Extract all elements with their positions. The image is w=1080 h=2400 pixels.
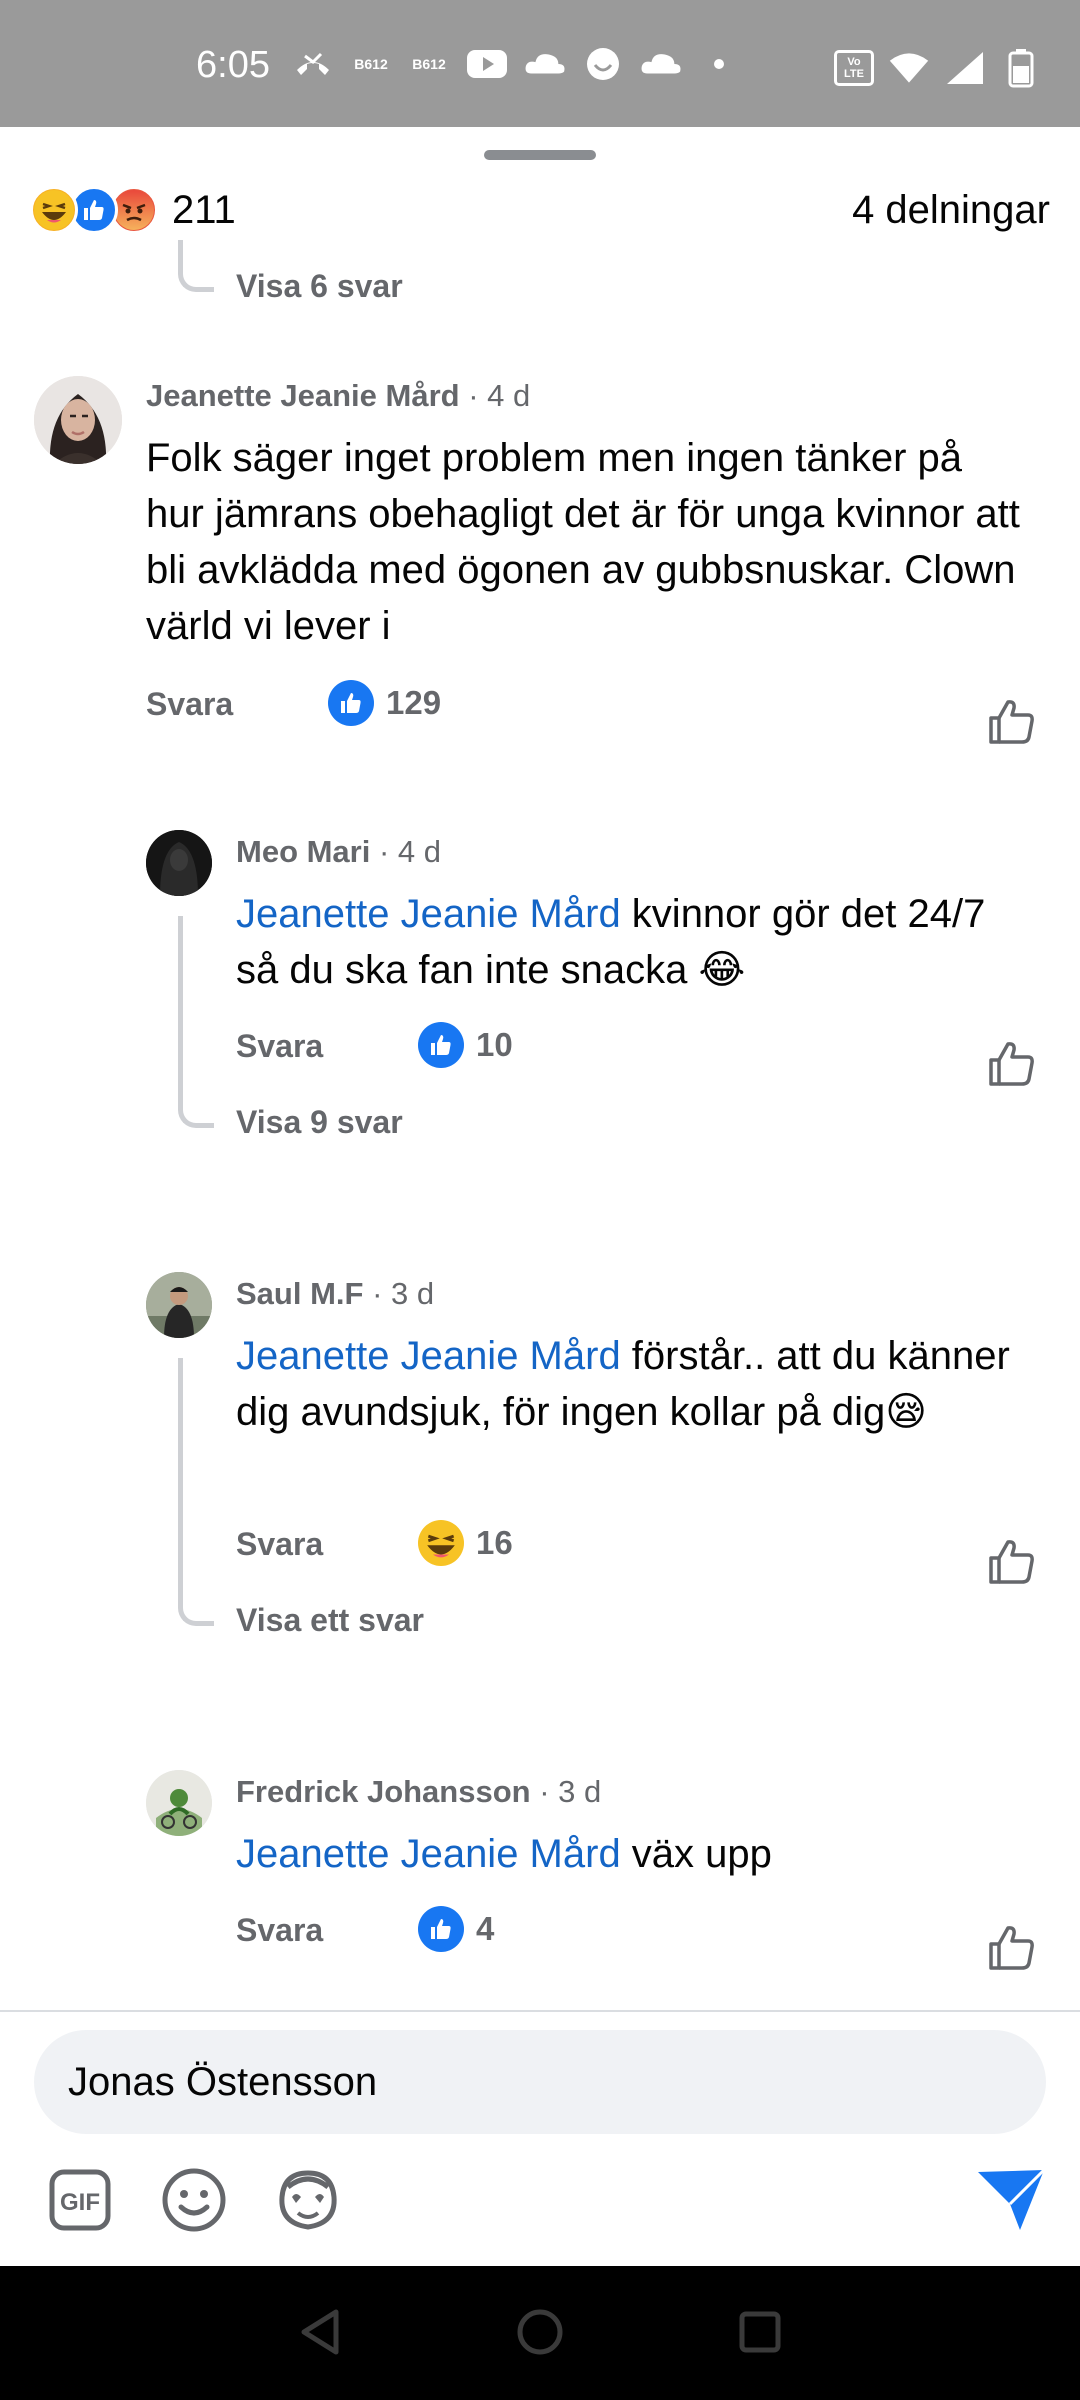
reaction-count-display[interactable]: 10 [418,1022,513,1068]
comment-header: Meo Mari · 4 d [236,834,441,870]
system-navigation-bar [0,2266,1080,2400]
battery-icon [1000,49,1042,88]
reply-button[interactable]: Svara [236,1526,323,1563]
thread-connector [178,1090,214,1128]
avatar[interactable] [34,376,122,464]
avatar-sticker-icon[interactable] [274,2166,342,2234]
comment-author[interactable]: Jeanette Jeanie Mård [146,378,460,413]
composer-toolbar: GIF [46,2166,342,2234]
like-icon [418,1022,464,1068]
emoji-icon[interactable] [160,2166,228,2234]
thread-connector [178,1588,214,1626]
reply-button[interactable]: Svara [236,1912,323,1949]
haha-icon [418,1520,464,1566]
wifi-icon [888,53,930,83]
comment-header: Jeanette Jeanie Mård · 4 d [146,378,530,414]
thread-connector [178,240,214,292]
like-count: 10 [476,1026,513,1063]
gif-icon[interactable]: GIF [46,2166,114,2234]
avatar[interactable] [146,1272,212,1338]
like-button[interactable] [986,1038,1036,1088]
composer-divider [0,2010,1080,2012]
like-button[interactable] [986,1536,1036,1586]
comment-author[interactable]: Saul M.F [236,1276,363,1311]
shares-count[interactable]: 4 delningar [852,188,1050,233]
comment-time: · 4 d [468,378,531,413]
comment-time: · 3 d [372,1276,435,1311]
comment-text: Jeanette Jeanie Mård väx upp [236,1826,1026,1882]
comment-text: Folk säger inget problem men ingen tänke… [146,436,1020,648]
notification-icons: B612 B612 [292,48,740,80]
mention-link[interactable]: Jeanette Jeanie Mård [236,1334,621,1378]
show-replies-link[interactable]: Visa 6 svar [236,268,403,305]
comment-header: Saul M.F · 3 d [236,1276,434,1312]
signal-icon [944,52,986,84]
reply-button[interactable]: Svara [146,686,233,723]
show-replies-link[interactable]: Visa 9 svar [236,1104,403,1141]
reactions-summary[interactable]: 211 4 delningar [30,180,1050,240]
dot-icon [698,50,740,78]
volte-icon: Vo LTE [834,50,874,86]
reaction-count-display[interactable]: 129 [328,680,441,726]
comment-text: Jeanette Jeanie Mård kvinnor gör det 24/… [236,886,1026,998]
status-time: 6:05 [196,44,270,86]
klart-icon [640,50,682,78]
reaction-count-display[interactable]: 16 [418,1520,513,1566]
haha-icon [30,186,78,234]
reaction-icons [30,186,158,234]
comment-author[interactable]: Meo Mari [236,834,370,869]
like-button[interactable] [986,696,1036,746]
b612-icon: B612 [412,56,446,72]
comment-text: Jeanette Jeanie Mård förstår.. att du kä… [236,1328,1036,1440]
show-replies-link[interactable]: Visa ett svar [236,1602,424,1639]
comment-header: Fredrick Johansson · 3 d [236,1774,601,1810]
comment-time: · 4 d [378,834,442,869]
status-bar: 6:05 B612 B612 Vo LTE [0,0,1080,127]
like-icon [418,1906,464,1952]
youtube-icon [466,50,508,78]
send-button[interactable] [976,2168,1046,2232]
comment-author[interactable]: Fredrick Johansson [236,1774,531,1809]
comment-input[interactable]: Jonas Östensson [34,2030,1046,2134]
recents-icon[interactable] [730,2302,790,2362]
thread-connector [178,916,183,1092]
home-icon[interactable] [510,2302,570,2362]
avatar[interactable] [146,1770,212,1836]
like-count: 16 [476,1524,513,1561]
b612-icon: B612 [354,56,388,72]
avatar[interactable] [146,830,212,896]
smiley-app-icon [582,48,624,80]
back-icon[interactable] [292,2302,352,2362]
like-count: 129 [386,684,442,721]
reaction-count-display[interactable]: 4 [418,1906,494,1952]
missed-call-icon [292,50,334,78]
klart-icon [524,50,566,78]
like-button[interactable] [986,1922,1036,1972]
comment-time: · 3 d [539,1774,602,1809]
gif-label: GIF [60,2189,100,2216]
comment-body: väx upp [620,1832,772,1876]
reaction-count: 211 [172,187,236,232]
system-icons: Vo LTE [834,49,1042,88]
like-count: 4 [476,1910,495,1947]
comments-list[interactable]: Visa 6 svar Jeanette Jeanie Mård · 4 d F… [0,240,1080,2008]
mention-link[interactable]: Jeanette Jeanie Mård [236,1832,621,1876]
reply-button[interactable]: Svara [236,1028,323,1065]
mention-link[interactable]: Jeanette Jeanie Mård [236,892,621,936]
reaction-count-group[interactable]: 211 [30,186,236,234]
thread-connector [178,1358,183,1592]
sheet-drag-handle[interactable] [484,150,596,160]
like-icon [328,680,374,726]
